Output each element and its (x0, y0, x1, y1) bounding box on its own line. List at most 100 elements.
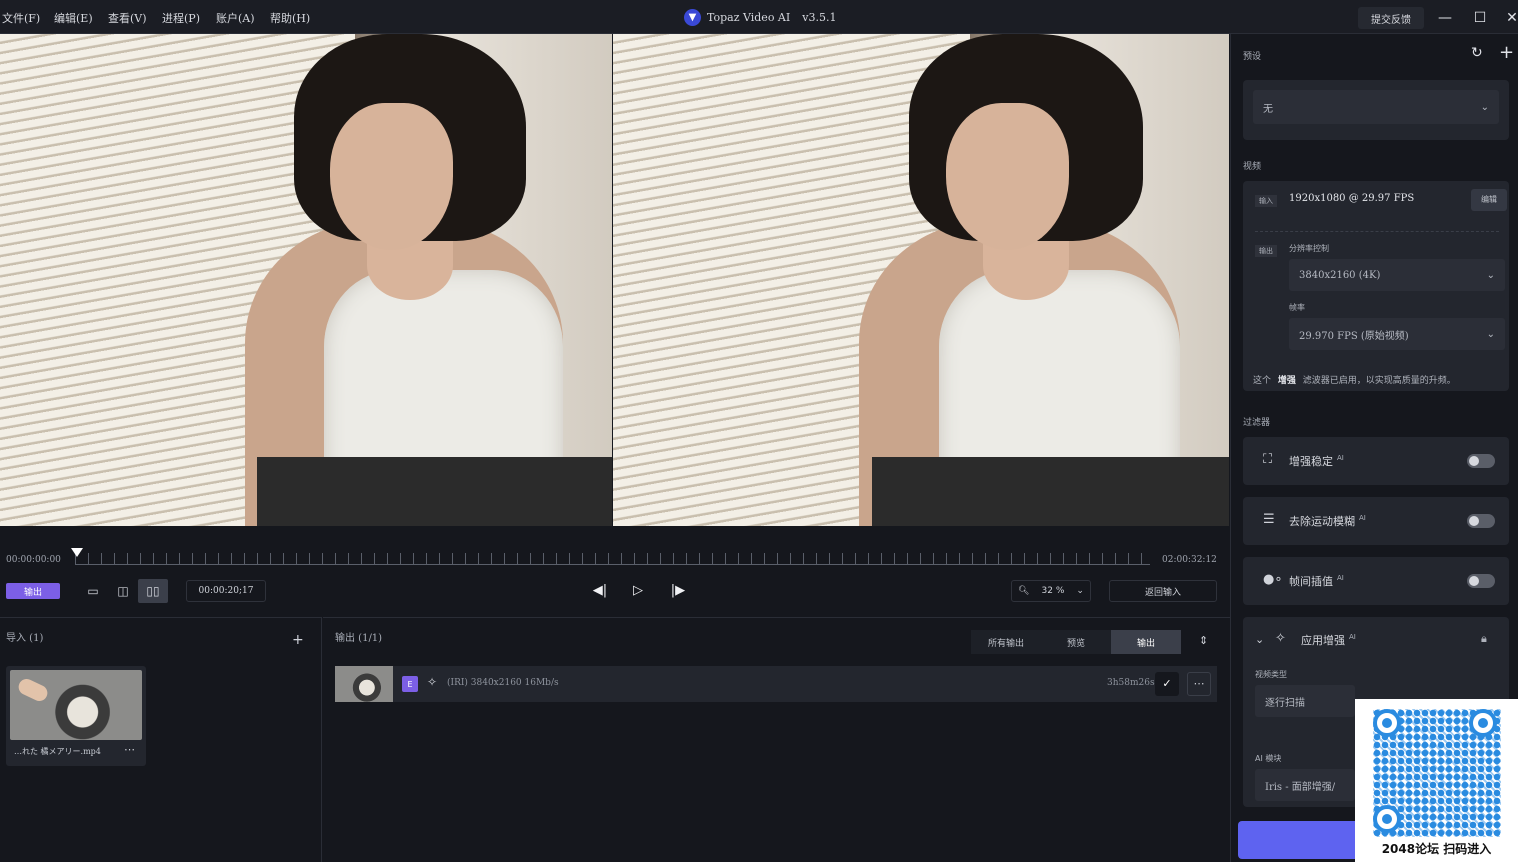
enhance-badge: E (402, 676, 418, 692)
ai-model-value: Iris - 面部增强/ (1265, 781, 1336, 793)
input-preview[interactable] (0, 34, 612, 526)
frame-interpolation-icon: ●∘ (1263, 572, 1283, 587)
menu-file[interactable]: 文件(F) (2, 10, 40, 26)
menu-account[interactable]: 账户(A) (216, 10, 255, 26)
filter-label-stabilize: 增强稳定 (1289, 455, 1333, 468)
chevron-down-icon: ⌄ (1076, 586, 1084, 596)
video-type-value: 逐行扫描 (1265, 697, 1305, 709)
timeline-start: 00:00:00:00 (6, 555, 61, 565)
import-file-card[interactable]: …れた 橘メアリー.mp4 ⋯ (6, 666, 146, 766)
edit-button[interactable]: 编辑 (1471, 189, 1507, 211)
menu-view[interactable]: 查看(V) (108, 10, 147, 26)
check-icon[interactable]: ✓ (1155, 672, 1179, 696)
stabilize-icon: ⛶ (1263, 452, 1273, 467)
divider (1255, 231, 1499, 232)
preset-value: 无 (1263, 103, 1273, 115)
filter-stabilize[interactable]: ⛶ 增强稳定 AI (1243, 437, 1509, 485)
chevron-down-icon: ⌄ (1486, 328, 1495, 340)
menu-process[interactable]: 进程(P) (162, 10, 200, 26)
minimize-icon[interactable]: — (1435, 8, 1455, 28)
fps-value: 29.970 FPS (原始视频) (1299, 330, 1409, 342)
file-name: …れた 橘メアリー.mp4 (14, 747, 101, 756)
ai-model-label: AI 模块 (1255, 754, 1282, 763)
motion-deblur-toggle[interactable] (1467, 514, 1495, 528)
more-icon[interactable]: ⋯ (124, 743, 135, 756)
single-view-icon[interactable]: ▭ (78, 579, 108, 603)
next-frame-icon[interactable]: |▶ (667, 581, 689, 601)
frame-interpolation-toggle[interactable] (1467, 574, 1495, 588)
topaz-logo-icon: ▼ (684, 9, 701, 26)
fps-label: 帧率 (1289, 303, 1305, 312)
lock-icon[interactable]: 🔒︎ (1481, 632, 1487, 646)
side-by-side-icon[interactable]: ▯▯ (138, 579, 168, 603)
play-icon[interactable]: ▷ (627, 581, 649, 601)
zoom-control[interactable]: 🔍︎ 32 % ⌄ (1011, 580, 1091, 602)
close-icon[interactable]: ✕ (1502, 8, 1518, 28)
reset-icon[interactable]: ↻ (1471, 45, 1483, 61)
zoom-icon: 🔍︎ (1018, 586, 1030, 596)
resolution-value: 3840x2160 (4K) (1299, 269, 1381, 281)
timeline-end: 02:00:32:12 (1162, 555, 1217, 565)
add-preset-icon[interactable]: + (1499, 42, 1514, 63)
video-type-dropdown[interactable]: 逐行扫描 (1255, 685, 1355, 717)
chevron-down-icon[interactable]: ⌄ (1255, 633, 1264, 646)
output-tabs: 所有输出 预览 输出 (971, 630, 1181, 654)
menu-help[interactable]: 帮助(H) (270, 10, 310, 26)
timeline-ruler[interactable] (75, 553, 1150, 565)
enhance-label: 应用增强 (1301, 634, 1345, 647)
filter-frame-interpolation[interactable]: ●∘ 帧间插值 AI (1243, 557, 1509, 605)
preset-card: 无 ⌄ (1243, 80, 1509, 140)
output-preview[interactable] (613, 34, 1229, 526)
video-card: 输入 1920x1080 @ 29.97 FPS 编辑 输出 分辨率控制 384… (1243, 181, 1509, 391)
sparkle-icon: ✧ (427, 675, 438, 689)
export-button[interactable]: 输出 (6, 583, 60, 599)
fps-dropdown[interactable]: 29.970 FPS (原始视频) ⌄ (1289, 318, 1505, 350)
timecode-display[interactable]: 00:00:20;17 (186, 580, 266, 602)
video-type-label: 视频类型 (1255, 670, 1287, 679)
menu-edit[interactable]: 编辑(E) (54, 10, 93, 26)
output-thumbnail (335, 666, 393, 702)
output-tag: 输出 (1255, 245, 1277, 257)
enhance-note: 这个 增强 滤波器已启用，以实现高质量的升频。 (1253, 376, 1456, 386)
filter-label-frame-interpolation: 帧间插值 (1289, 575, 1333, 588)
chevron-down-icon: ⌄ (1480, 101, 1489, 113)
qr-code-watermark: 2048论坛 扫码进入 (1355, 699, 1518, 862)
motion-blur-icon: ☰ (1263, 512, 1275, 527)
split-view-icon[interactable]: ◫ (108, 579, 138, 603)
video-title: 视频 (1243, 162, 1262, 172)
chevron-down-icon: ⌄ (1486, 269, 1495, 281)
tab-preview[interactable]: 预览 (1041, 630, 1111, 654)
feedback-button[interactable]: 提交反馈 (1358, 7, 1424, 29)
menu-bar: 文件(F) 编辑(E) 查看(V) 进程(P) 账户(A) 帮助(H) ▼ To… (0, 0, 1518, 34)
app-name: Topaz Video AI (707, 11, 791, 24)
tab-output[interactable]: 输出 (1111, 630, 1181, 654)
filters-title: 过滤器 (1243, 418, 1271, 428)
output-row[interactable]: E ✧ (IRI) 3840x2160 16Mb/s 3h58m26s ✓ ⋯ (335, 666, 1217, 702)
import-title: 导入 (1) (6, 633, 44, 644)
preset-dropdown[interactable]: 无 ⌄ (1253, 90, 1499, 124)
input-resolution: 1920x1080 @ 29.97 FPS (1289, 193, 1415, 204)
resolution-dropdown[interactable]: 3840x2160 (4K) ⌄ (1289, 259, 1505, 291)
timeline-area (0, 526, 1230, 616)
add-icon[interactable]: + (292, 632, 304, 648)
output-desc: (IRI) 3840x2160 16Mb/s (447, 678, 559, 688)
sparkle-icon: ✧ (1275, 631, 1286, 646)
input-tag: 输入 (1255, 195, 1277, 207)
filter-motion-deblur[interactable]: ☰ 去除运动模糊 AI (1243, 497, 1509, 545)
ai-model-dropdown[interactable]: Iris - 面部增强/ (1255, 769, 1355, 801)
tab-all-outputs[interactable]: 所有输出 (971, 630, 1041, 654)
stabilize-toggle[interactable] (1467, 454, 1495, 468)
app-version: v3.5.1 (802, 11, 837, 24)
output-title: 输出 (1/1) (335, 633, 383, 644)
maximize-icon[interactable]: ☐ (1470, 8, 1490, 28)
output-duration: 3h58m26s (1107, 678, 1155, 688)
return-input-button[interactable]: 返回输入 (1109, 580, 1217, 602)
resolution-control-label: 分辨率控制 (1289, 244, 1329, 253)
app-title: ▼ Topaz Video AI v3.5.1 (684, 9, 836, 26)
prev-frame-icon[interactable]: ◀| (589, 581, 611, 601)
playhead-handle[interactable] (71, 548, 83, 557)
preset-title: 预设 (1243, 52, 1262, 62)
file-thumbnail (10, 670, 142, 740)
more-options-icon[interactable]: ⋯ (1187, 672, 1211, 696)
sort-icon[interactable]: ⇕ (1199, 634, 1208, 647)
